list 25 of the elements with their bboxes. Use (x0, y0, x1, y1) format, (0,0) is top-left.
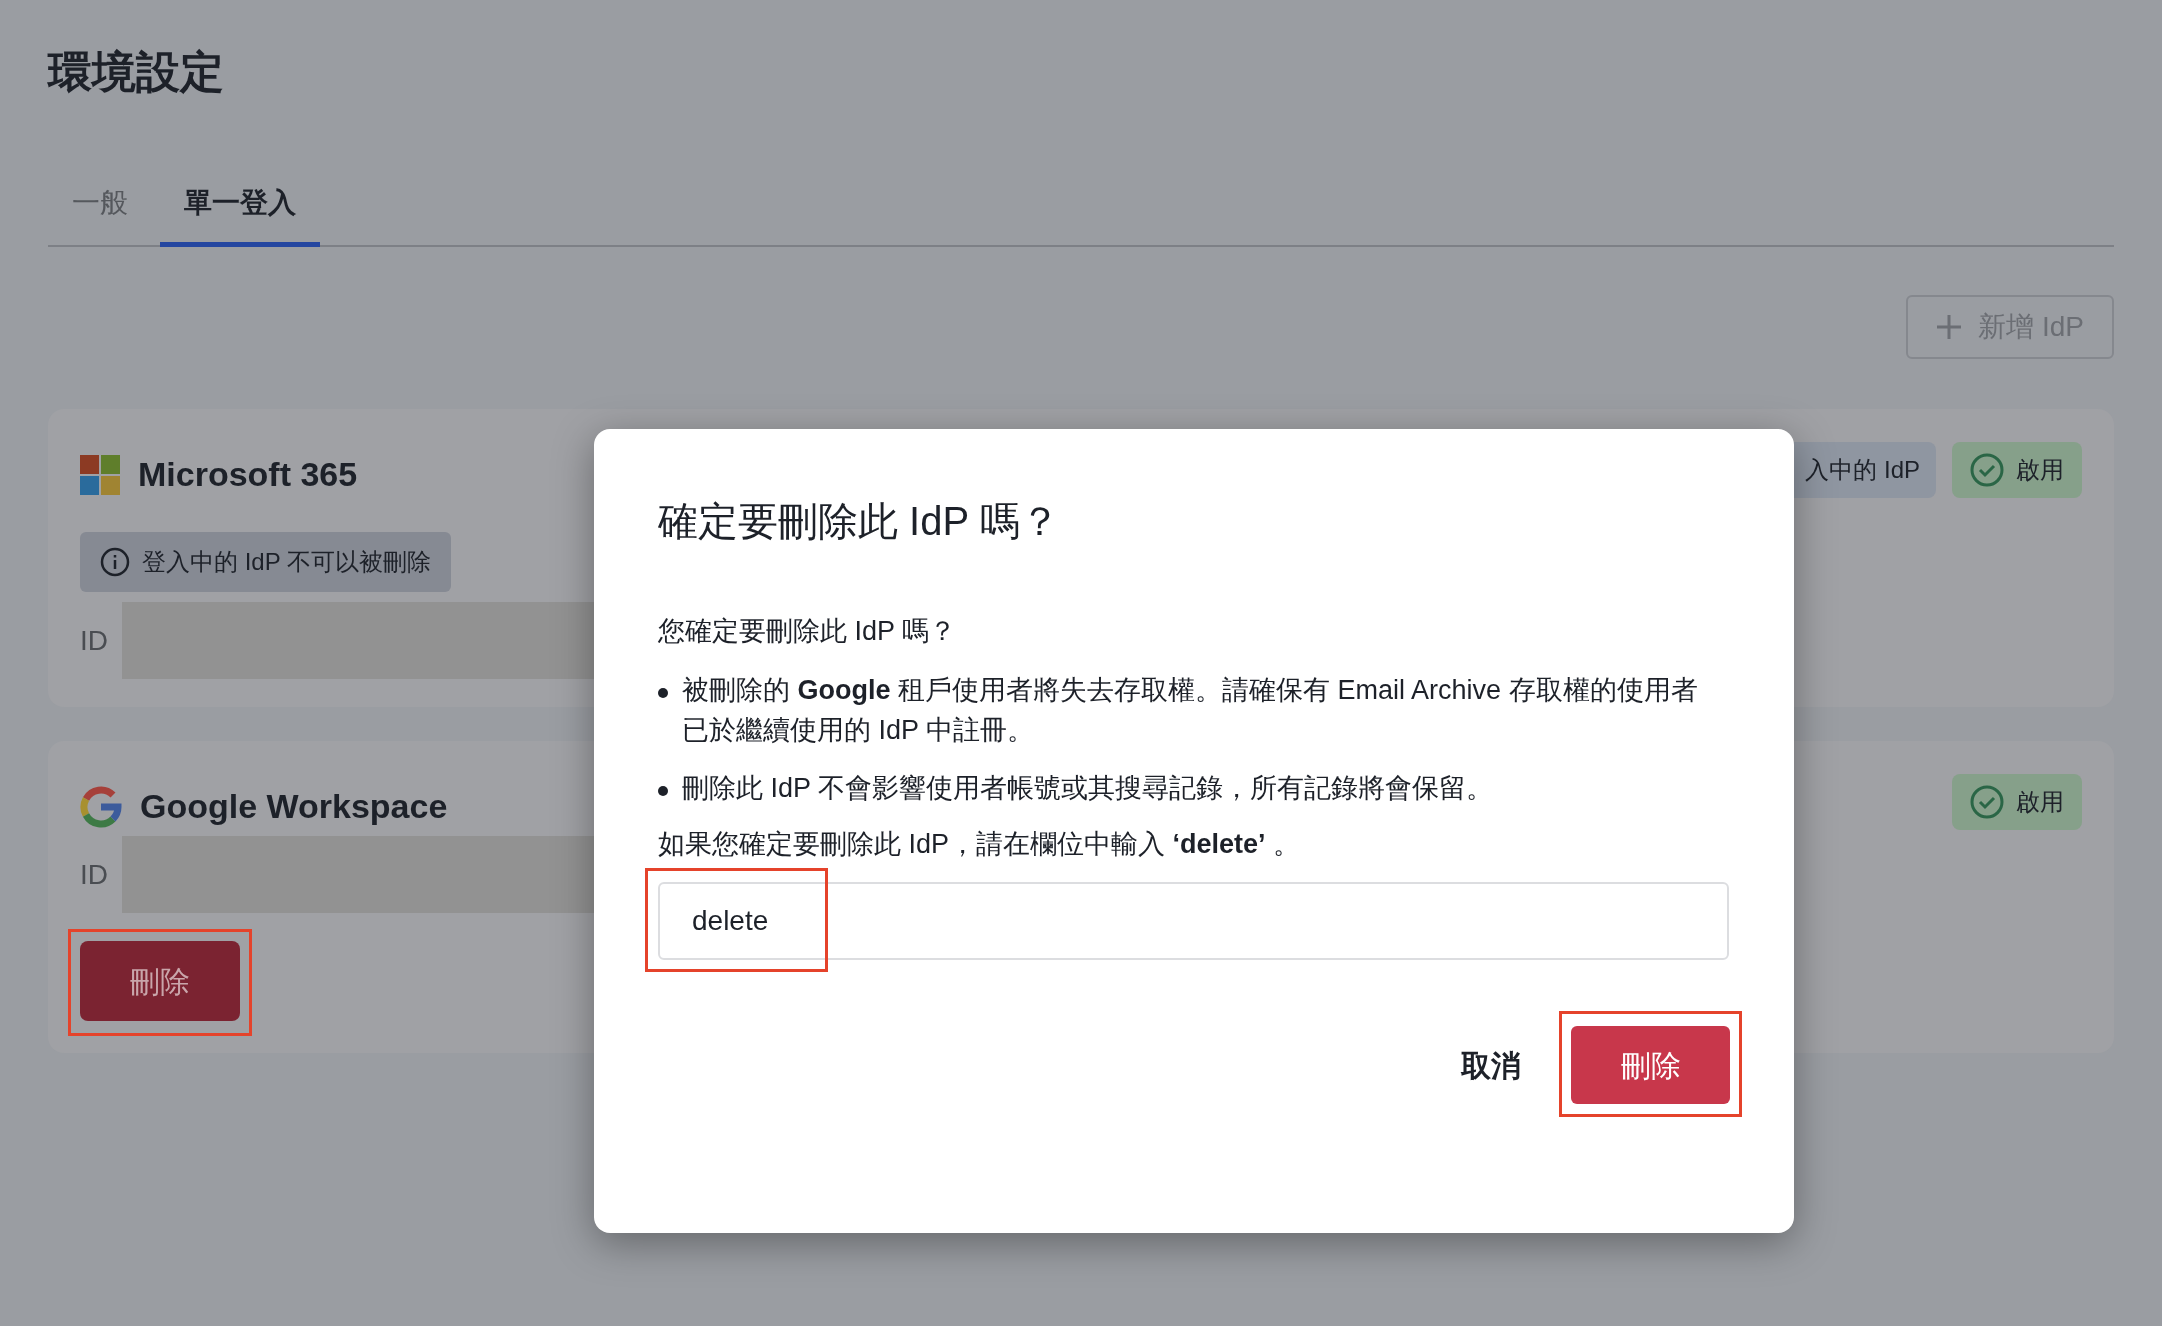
id-label: ID (80, 623, 109, 658)
enabled-badge: 啟用 (1952, 773, 2082, 830)
bullet-text: 被刪除的 Google 租戶使用者將失去存取權。請確保有 Email Archive 存取權的使用者已於繼續使用的 IdP 中註冊。 (682, 673, 1699, 747)
cancel-button[interactable]: 取消 (1461, 1042, 1521, 1088)
dialog-instruction: 如果您確定要刪除此 IdP，請在欄位中輸入 ‘delete’ 。 (658, 827, 1302, 861)
idp-name: Google Workspace (140, 786, 448, 827)
tab[interactable]: 一般 (72, 182, 128, 247)
idp-name: Microsoft 365 (138, 454, 358, 495)
id-label: ID (80, 857, 109, 892)
tab[interactable]: 單一登入 (160, 182, 320, 247)
enabled-badge: 啟用 (1952, 441, 2082, 498)
four-squares-logo (80, 454, 120, 495)
page-title: 環境設定 (48, 46, 225, 94)
check-circle-icon (1970, 452, 2004, 487)
delete-button[interactable]: 刪除 (1571, 1026, 1730, 1104)
info-icon (100, 547, 130, 577)
dialog-title: 確定要刪除此 IdP 嗎？ (658, 501, 1061, 541)
check-circle-icon (1970, 784, 2004, 819)
g-logo-icon (80, 785, 122, 828)
delete-button[interactable]: 刪除 (80, 941, 240, 1021)
bullet-text: 刪除此 IdP 不會影響使用者帳號或其搜尋記錄，所有記錄將會保留。 (682, 771, 1495, 805)
plus-icon (1936, 314, 1963, 340)
dialog-question: 您確定要刪除此 IdP 嗎？ (658, 615, 958, 648)
notice-badge: 登入中的 IdP 不可以被刪除 (80, 532, 451, 592)
confirm-input-field[interactable]: delete (658, 882, 1729, 960)
